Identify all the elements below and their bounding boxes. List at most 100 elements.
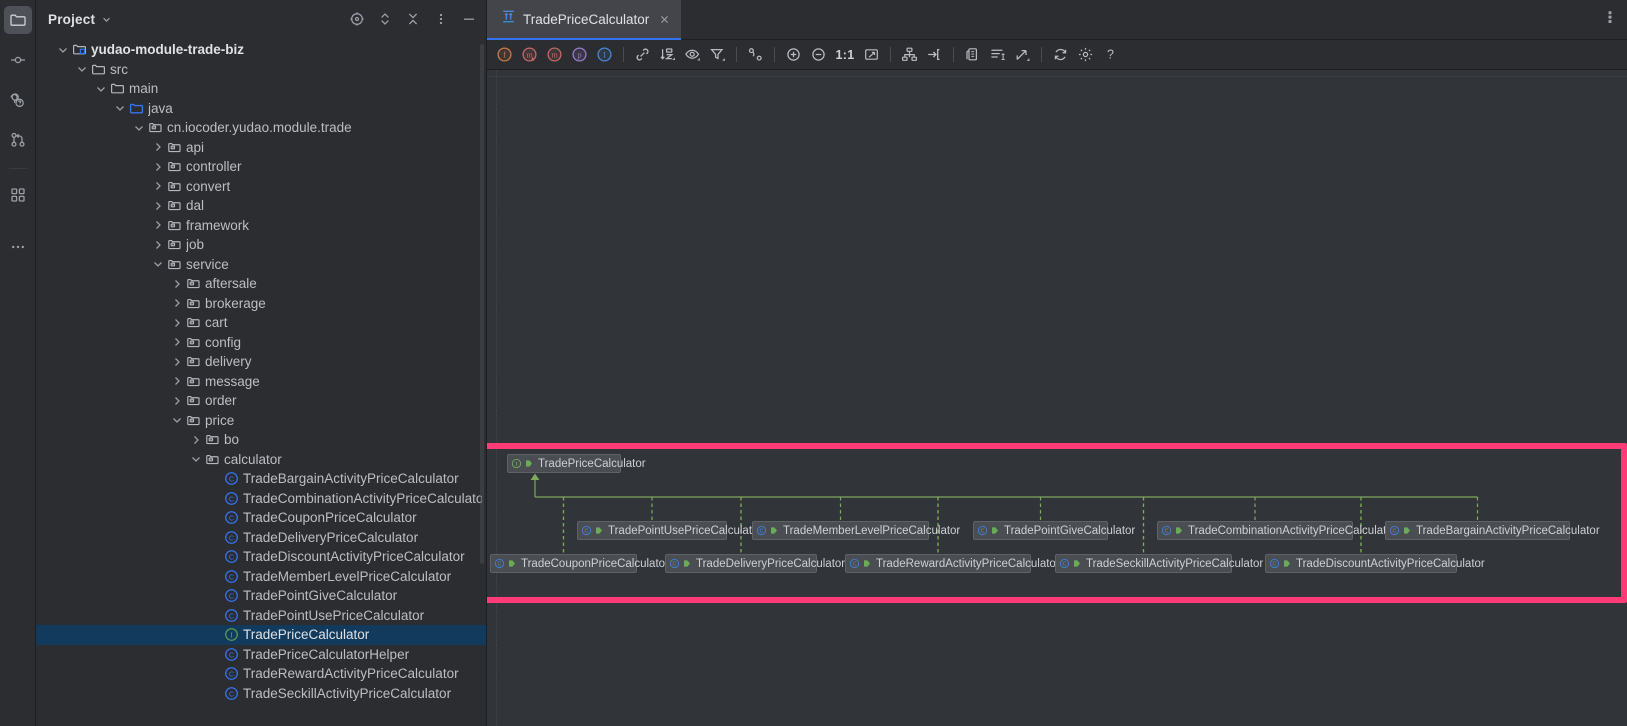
chevron-down-icon[interactable] [170,414,184,426]
tree-row[interactable]: CTradeCombinationActivityPriceCalculator [36,489,486,509]
chevron-right-icon[interactable] [151,239,165,251]
show-fields[interactable]: f [493,43,516,66]
show-methods[interactable]: m [543,43,566,66]
chevron-right-icon[interactable] [151,200,165,212]
fit-content[interactable] [860,43,883,66]
chevron-down-icon[interactable] [75,63,89,75]
chevron-down-icon[interactable] [151,258,165,270]
chevron-right-icon[interactable] [170,278,184,290]
sidebar-item-pull-requests[interactable] [4,126,32,154]
tree-row[interactable]: CTradePointGiveCalculator [36,586,486,606]
tree-row-selected[interactable]: ITradePriceCalculator [36,625,486,645]
scope-filter[interactable] [706,43,729,66]
project-tree[interactable]: yudao-module-trade-bizsrcmainjavacn.ioco… [36,38,486,726]
more-vertical-icon[interactable] [432,10,450,28]
refresh-diagram[interactable] [1049,43,1072,66]
tree-row[interactable]: brokerage [36,294,486,314]
tree-row[interactable]: CTradePriceCalculatorHelper [36,645,486,665]
tree-row[interactable]: message [36,372,486,392]
tree-row[interactable]: yudao-module-trade-biz [36,40,486,60]
tree-row[interactable]: CTradeBargainActivityPriceCalculator [36,469,486,489]
chevron-down-icon[interactable] [56,44,70,56]
show-structure[interactable] [986,43,1009,66]
sidebar-item-structure[interactable] [4,181,32,209]
tree-row[interactable]: service [36,255,486,275]
collapse-all-icon[interactable] [404,10,422,28]
sidebar-item-ai-assistant[interactable] [4,86,32,114]
apply-layout[interactable] [923,43,946,66]
diagram-node-bargain[interactable]: CTradeBargainActivityPriceCalculator [1385,521,1570,540]
tree-scrollbar[interactable] [480,44,484,564]
visibility-filter[interactable] [681,43,704,66]
diagram-node-delivery[interactable]: CTradeDeliveryPriceCalculator [665,554,817,573]
tree-row[interactable]: cn.iocoder.yudao.module.trade [36,118,486,138]
zoom-in[interactable] [782,43,805,66]
tree-row[interactable]: calculator [36,450,486,470]
tree-row[interactable]: job [36,235,486,255]
tree-row[interactable]: price [36,411,486,431]
tree-row[interactable]: config [36,333,486,353]
sidebar-item-project[interactable] [4,6,32,34]
diagram-canvas[interactable]: ITradePriceCalculatorCTradePointUsePrice… [487,70,1627,726]
show-properties[interactable]: p [568,43,591,66]
diagram-node-memberlevel[interactable]: CTradeMemberLevelPriceCalculator [752,521,929,540]
tree-row[interactable]: dal [36,196,486,216]
copy-diagram[interactable] [961,43,984,66]
edge-style[interactable] [744,43,767,66]
diagram-settings[interactable] [1074,43,1097,66]
tree-row[interactable]: framework [36,216,486,236]
tree-row[interactable]: CTradeSeckillActivityPriceCalculator [36,684,486,704]
editor-window-options[interactable] [1593,0,1627,40]
chevron-right-icon[interactable] [151,141,165,153]
tree-row[interactable]: src [36,60,486,80]
diagram-node-root[interactable]: ITradePriceCalculator [507,454,621,473]
sidebar-item-more[interactable] [4,233,32,261]
diagram-help[interactable]: ? [1099,43,1122,66]
layout-hierarchic[interactable] [898,43,921,66]
chevron-right-icon[interactable] [170,336,184,348]
tree-row[interactable]: main [36,79,486,99]
chevron-right-icon[interactable] [170,395,184,407]
sidebar-item-commit[interactable] [4,46,32,74]
diagram-node-seckill[interactable]: CTradeSeckillActivityPriceCalculator [1055,554,1232,573]
diagram-node-combination[interactable]: CTradeCombinationActivityPriceCalculator [1157,521,1353,540]
more-vertical-icon[interactable] [1603,8,1617,31]
tree-row[interactable]: controller [36,157,486,177]
chevron-right-icon[interactable] [151,180,165,192]
tree-row[interactable]: java [36,99,486,119]
minimize-icon[interactable] [460,10,478,28]
sort-members[interactable] [656,43,679,66]
tree-row[interactable]: CTradeCouponPriceCalculator [36,508,486,528]
tree-row[interactable]: aftersale [36,274,486,294]
tree-row[interactable]: convert [36,177,486,197]
diagram-node-coupon[interactable]: CTradeCouponPriceCalculator [490,554,637,573]
tree-row[interactable]: CTradePointUsePriceCalculator [36,606,486,626]
show-inner-classes[interactable]: I [593,43,616,66]
tab-trade-price-calculator[interactable]: TradePriceCalculator [487,0,681,40]
tree-row[interactable]: CTradeDeliveryPriceCalculator [36,528,486,548]
zoom-out[interactable] [807,43,830,66]
chevron-right-icon[interactable] [170,297,184,309]
close-icon[interactable] [656,11,672,27]
tree-row[interactable]: bo [36,430,486,450]
tree-row[interactable]: delivery [36,352,486,372]
chevron-down-icon[interactable] [94,83,108,95]
target-icon[interactable] [348,10,366,28]
tree-row[interactable]: CTradeMemberLevelPriceCalculator [36,567,486,587]
chevron-right-icon[interactable] [170,356,184,368]
chevron-right-icon[interactable] [151,161,165,173]
show-constructors[interactable]: m [518,43,541,66]
chevron-down-icon[interactable] [132,122,146,134]
tree-row[interactable]: api [36,138,486,158]
diagram-node-discount[interactable]: CTradeDiscountActivityPriceCalculator [1265,554,1457,573]
show-dependencies[interactable] [631,43,654,66]
chevron-right-icon[interactable] [170,317,184,329]
tree-row[interactable]: cart [36,313,486,333]
tree-row[interactable]: order [36,391,486,411]
chevron-down-icon[interactable] [113,102,127,114]
diagram-node-reward[interactable]: CTradeRewardActivityPriceCalculator [845,554,1031,573]
chevron-right-icon[interactable] [189,434,203,446]
chevron-right-icon[interactable] [151,219,165,231]
diagram-node-pointgive[interactable]: CTradePointGiveCalculator [973,521,1108,540]
tree-row[interactable]: CTradeDiscountActivityPriceCalculator [36,547,486,567]
